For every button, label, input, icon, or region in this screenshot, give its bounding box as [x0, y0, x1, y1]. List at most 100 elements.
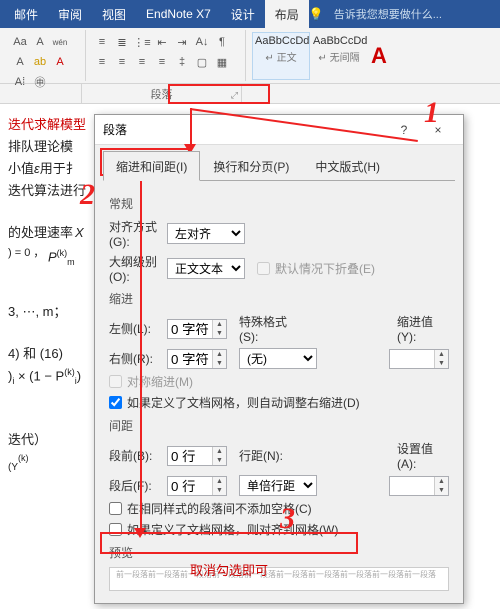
- space-before-label: 段前(B):: [109, 447, 167, 464]
- set-value-spinner[interactable]: ▲▼: [389, 476, 449, 496]
- font-btn-b[interactable]: A: [31, 33, 49, 51]
- doc-text: 4) 和 (16): [8, 346, 63, 361]
- doc-text: 迭代求解模型: [8, 117, 86, 132]
- space-after-spinner[interactable]: ▲▼: [167, 476, 227, 496]
- space-before-spinner[interactable]: ▲▼: [167, 446, 227, 466]
- auto-adjust-indent-input[interactable]: [109, 396, 122, 409]
- no-space-same-style-input[interactable]: [109, 502, 122, 515]
- tab-asian-typography[interactable]: 中文版式(H): [302, 151, 393, 181]
- doc-text: 用于扌: [40, 161, 79, 176]
- dialog-launcher-icon[interactable]: ⤢: [231, 90, 238, 101]
- multilevel-icon[interactable]: ⋮≡: [133, 33, 151, 51]
- lightbulb-icon: 💡: [309, 7, 324, 21]
- alignment-select[interactable]: 左对齐: [167, 223, 245, 244]
- style-normal[interactable]: AaBbCcDd ↵ 正文: [252, 32, 310, 80]
- align-left-icon[interactable]: ≡: [93, 53, 111, 71]
- spin-up-icon[interactable]: ▲: [213, 477, 226, 486]
- bullets-icon[interactable]: ≡: [93, 33, 111, 51]
- spin-up-icon[interactable]: ▲: [213, 320, 226, 329]
- menu-view[interactable]: 视图: [92, 0, 136, 28]
- align-center-icon[interactable]: ≡: [113, 53, 131, 71]
- indent-val-input[interactable]: [390, 350, 434, 368]
- spin-down-icon[interactable]: ▼: [213, 486, 226, 495]
- right-indent-input[interactable]: [168, 350, 212, 368]
- left-indent-input[interactable]: [168, 320, 212, 338]
- tab-line-page-breaks[interactable]: 换行和分页(P): [200, 151, 302, 181]
- doc-text: 迭代算法进行: [8, 183, 86, 198]
- align-right-icon[interactable]: ≡: [133, 53, 151, 71]
- tab-indent-spacing[interactable]: 缩进和间距(I): [103, 151, 200, 181]
- sort-icon[interactable]: A↓: [193, 33, 211, 51]
- font-btn-a[interactable]: Aa: [11, 33, 29, 51]
- section-preview-label: 预览: [109, 544, 449, 561]
- tell-me-input[interactable]: 告诉我您想要做什么...: [334, 6, 442, 22]
- spin-down-icon[interactable]: ▼: [435, 486, 448, 495]
- style-preview: AaBbCcDd: [255, 35, 307, 47]
- dialog-body: 常规 对齐方式(G): 左对齐 大纲级别(O): 正文文本 默认情况下折叠(E)…: [95, 181, 463, 599]
- menu-design[interactable]: 设计: [221, 0, 265, 28]
- line-spacing-select[interactable]: 单倍行距: [239, 475, 317, 496]
- spin-down-icon[interactable]: ▼: [435, 359, 448, 368]
- auto-adjust-indent-checkbox[interactable]: 如果定义了文档网格，则自动调整右缩进(D): [109, 394, 449, 411]
- phonetic-icon[interactable]: wén: [51, 33, 69, 51]
- help-button[interactable]: ?: [387, 118, 421, 142]
- style-nospacing[interactable]: AaBbCcDd ↵ 无间隔: [310, 32, 368, 80]
- char-border-icon[interactable]: A: [11, 53, 29, 71]
- style-letter-a: A: [368, 32, 390, 80]
- left-indent-label: 左侧(L):: [109, 320, 167, 337]
- snap-to-grid-input[interactable]: [109, 523, 122, 536]
- menu-layout[interactable]: 布局: [265, 0, 309, 28]
- close-button[interactable]: ×: [421, 118, 455, 142]
- line-spacing-icon[interactable]: ‡: [173, 53, 191, 71]
- shading-icon[interactable]: ▢: [193, 53, 211, 71]
- spin-up-icon[interactable]: ▲: [435, 350, 448, 359]
- doc-text: ): [77, 368, 81, 383]
- preview-box: 前一段落前一段落前一段落前一段落前一段落前一段落前一段落前一段落前一段落前一段落: [109, 567, 449, 591]
- indent-val-spinner[interactable]: ▲▼: [389, 349, 449, 369]
- ribbon-group-label-paragraph: 段落 ⤢: [82, 84, 242, 103]
- highlight-icon[interactable]: ab: [31, 53, 49, 71]
- menu-review[interactable]: 审阅: [48, 0, 92, 28]
- borders-icon[interactable]: ▦: [213, 53, 231, 71]
- auto-adjust-indent-label: 如果定义了文档网格，则自动调整右缩进(D): [127, 394, 360, 411]
- dialog-title: 段落: [103, 121, 387, 138]
- section-spacing-label: 间距: [109, 417, 449, 434]
- dialog-tabs: 缩进和间距(I) 换行和分页(P) 中文版式(H): [95, 145, 463, 181]
- spin-up-icon[interactable]: ▲: [435, 477, 448, 486]
- space-after-input[interactable]: [168, 477, 212, 495]
- numbering-icon[interactable]: ≣: [113, 33, 131, 51]
- mirror-indent-checkbox: 对称缩进(M): [109, 373, 449, 390]
- snap-to-grid-checkbox[interactable]: 如果定义了文档网格，则对齐到网格(W): [109, 521, 449, 538]
- menu-mail[interactable]: 邮件: [4, 0, 48, 28]
- spin-up-icon[interactable]: ▲: [213, 350, 226, 359]
- outline-select[interactable]: 正文文本: [167, 258, 245, 279]
- font-color-icon[interactable]: A: [51, 53, 69, 71]
- right-indent-spinner[interactable]: ▲▼: [167, 349, 227, 369]
- alignment-label: 对齐方式(G):: [109, 218, 167, 249]
- spin-down-icon[interactable]: ▼: [213, 359, 226, 368]
- ribbon-group-paragraph: ≡ ≣ ⋮≡ ⇤ ⇥ A↓ ¶ ≡ ≡ ≡ ≡ ‡ ▢ ▦: [86, 30, 246, 81]
- left-indent-spinner[interactable]: ▲▼: [167, 319, 227, 339]
- doc-text: 3, ⋯, m；: [8, 304, 67, 319]
- menu-endnote[interactable]: EndNote X7: [136, 0, 221, 28]
- indent-inc-icon[interactable]: ⇥: [173, 33, 191, 51]
- doc-text: (k): [57, 248, 68, 258]
- indent-dec-icon[interactable]: ⇤: [153, 33, 171, 51]
- doc-text: P: [48, 250, 57, 265]
- spin-down-icon[interactable]: ▼: [213, 456, 226, 465]
- doc-text: × (1 − P: [14, 368, 64, 383]
- style-name: ↵ 正文: [255, 49, 307, 64]
- align-justify-icon[interactable]: ≡: [153, 53, 171, 71]
- space-before-input[interactable]: [168, 447, 212, 465]
- set-value-input[interactable]: [390, 477, 434, 495]
- spin-down-icon[interactable]: ▼: [213, 329, 226, 338]
- no-space-same-style-checkbox[interactable]: 在相同样式的段落间不添加空格(C): [109, 500, 449, 517]
- indent-val-label: 缩进值(Y):: [397, 313, 449, 344]
- section-indent-label: 缩进: [109, 290, 449, 307]
- special-select[interactable]: (无): [239, 348, 317, 369]
- section-general-label: 常规: [109, 195, 449, 212]
- mirror-indent-input: [109, 375, 122, 388]
- spin-up-icon[interactable]: ▲: [213, 447, 226, 456]
- show-marks-icon[interactable]: ¶: [213, 33, 231, 51]
- ribbon-group-font: Aa A wén A ab A A⁞ ㊥: [4, 30, 86, 81]
